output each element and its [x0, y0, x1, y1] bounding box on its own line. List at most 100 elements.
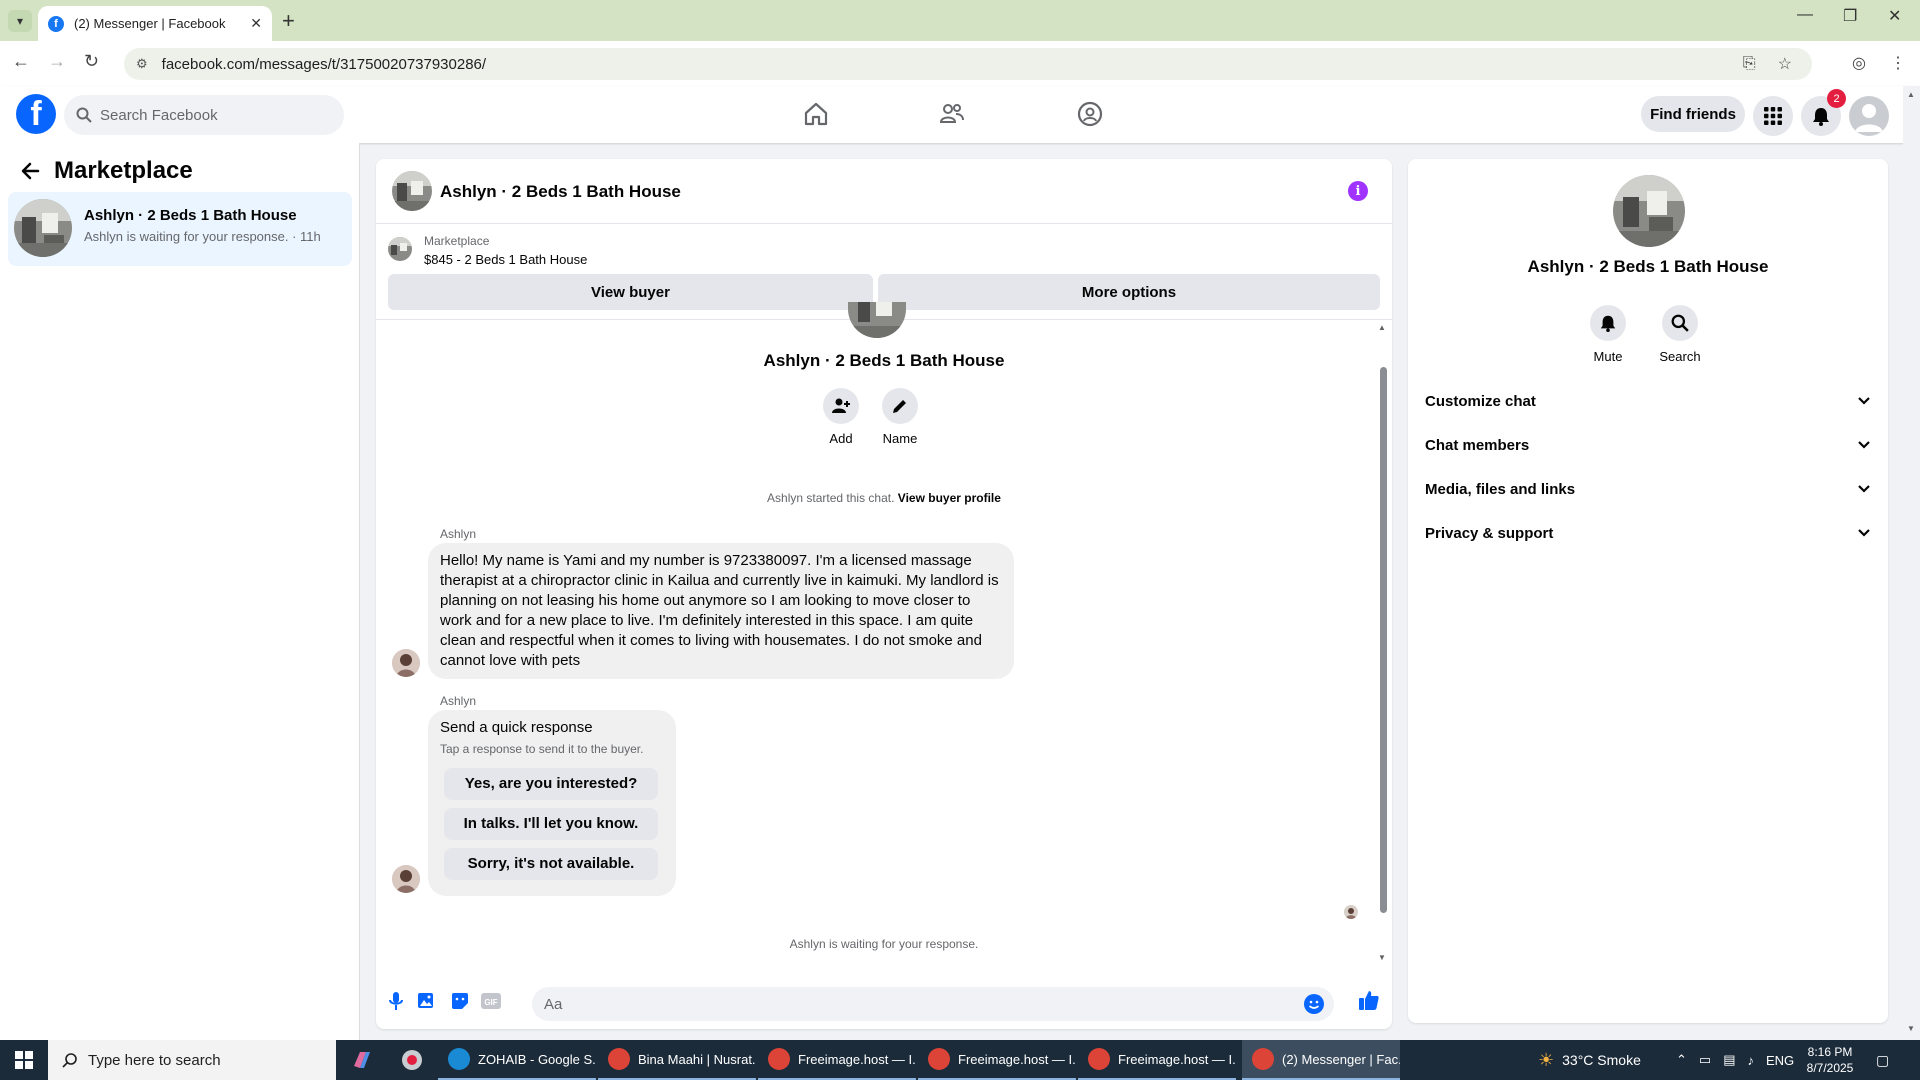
name-action[interactable]: Name	[870, 388, 930, 446]
conversation-preview: Ashlyn is waiting for your response. · 1…	[84, 229, 321, 244]
add-action[interactable]: Add	[811, 388, 871, 446]
scroll-thumb[interactable]	[1380, 367, 1387, 913]
scroll-up-icon[interactable]: ▲	[1907, 90, 1915, 99]
bell-icon	[1813, 108, 1829, 126]
add-person-icon[interactable]	[823, 388, 859, 424]
chat-members-section[interactable]: Chat members	[1425, 427, 1871, 463]
address-bar[interactable]: ⚙ facebook.com/messages/t/31750020737930…	[124, 48, 1812, 80]
bell-icon[interactable]	[1590, 305, 1626, 341]
mute-action[interactable]: Mute	[1578, 305, 1638, 364]
sticker-icon[interactable]	[450, 991, 470, 1011]
quick-response-button[interactable]: In talks. I'll let you know.	[444, 808, 658, 840]
photo-icon[interactable]	[416, 991, 436, 1011]
system-tray: ⌃ ▭ ▤ ♪ ENG	[1676, 1040, 1794, 1080]
search-action[interactable]: Search	[1650, 305, 1710, 364]
quick-response-button[interactable]: Sorry, it's not available.	[444, 848, 658, 880]
quick-response-button[interactable]: Yes, are you interested?	[444, 768, 658, 800]
home-icon[interactable]	[802, 100, 830, 128]
microphone-icon[interactable]	[388, 991, 404, 1011]
message-input[interactable]: Aa	[532, 987, 1334, 1021]
conversation-list-item[interactable]: Ashlyn · 2 Beds 1 Bath House Ashlyn is w…	[8, 192, 352, 266]
chrome-menu-icon[interactable]: ⋮	[1890, 53, 1906, 73]
install-app-icon[interactable]: ⎘	[1743, 55, 1756, 73]
composer-placeholder: Aa	[544, 995, 563, 1013]
taskbar-item-label: Bina Maahi | Nusrat...	[638, 1051, 756, 1067]
quick-response-bubble: Send a quick response Tap a response to …	[428, 710, 676, 896]
browser-toolbar: ← → ↻ ⚙ facebook.com/messages/t/31750020…	[0, 41, 1920, 86]
site-info-icon[interactable]: ⚙	[136, 56, 148, 72]
sidebar-title: Marketplace	[54, 157, 193, 184]
language-indicator[interactable]: ENG	[1766, 1053, 1794, 1068]
minimize-icon[interactable]: —	[1797, 6, 1813, 24]
search-icon[interactable]	[1662, 305, 1698, 341]
network-icon[interactable]: ▤	[1723, 1052, 1735, 1068]
emoji-icon[interactable]	[1304, 994, 1324, 1014]
sender-avatar[interactable]	[392, 649, 420, 677]
like-thumb-icon[interactable]	[1358, 989, 1380, 1011]
notification-center-icon[interactable]: ▢	[1876, 1040, 1889, 1080]
close-tab-icon[interactable]: ✕	[250, 15, 262, 32]
profile-icon[interactable]: ◎	[1852, 53, 1866, 73]
taskbar-item-chrome[interactable]: Freeimage.host — I...	[918, 1040, 1076, 1080]
sender-avatar[interactable]	[392, 865, 420, 893]
facebook-header: f Search Facebook Find friends 2	[0, 86, 1920, 143]
taskbar-item-label: Freeimage.host — I...	[1118, 1051, 1236, 1067]
clock[interactable]: 8:16 PM 8/7/2025	[1796, 1044, 1864, 1076]
facebook-logo-icon[interactable]: f	[16, 94, 56, 134]
taskbar-item-chrome[interactable]: Bina Maahi | Nusrat...	[598, 1040, 756, 1080]
app-icon[interactable]	[396, 1044, 428, 1076]
section-label: Chat members	[1425, 436, 1530, 454]
back-arrow-icon[interactable]	[20, 161, 40, 181]
close-window-icon[interactable]: ✕	[1888, 6, 1901, 26]
pencil-icon[interactable]	[882, 388, 918, 424]
view-buyer-button[interactable]: View buyer	[388, 274, 873, 310]
chat-scrollbar[interactable]: ▲ ▼	[1378, 323, 1388, 965]
details-name: Ashlyn · 2 Beds 1 Bath House	[1527, 257, 1769, 276]
scroll-down-icon[interactable]: ▼	[1378, 953, 1386, 962]
privacy-support-section[interactable]: Privacy & support	[1425, 515, 1871, 551]
groups-icon[interactable]	[1076, 100, 1104, 128]
notification-badge: 2	[1827, 89, 1846, 108]
taskbar-item-edge[interactable]: ZOHAIB - Google S...	[438, 1040, 596, 1080]
account-avatar[interactable]	[1849, 96, 1889, 136]
forward-icon[interactable]: →	[48, 51, 66, 72]
chat-title: Ashlyn · 2 Beds 1 Bath House	[440, 182, 681, 201]
chevron-up-icon[interactable]: ⌃	[1676, 1052, 1687, 1068]
menu-grid-button[interactable]	[1753, 96, 1793, 136]
taskbar-item-chrome-active[interactable]: (2) Messenger | Fac...	[1242, 1040, 1400, 1080]
taskbar-item-chrome[interactable]: Freeimage.host — I...	[758, 1040, 916, 1080]
battery-icon[interactable]: ▭	[1699, 1052, 1711, 1068]
chevron-down-icon	[1858, 397, 1870, 405]
view-buyer-profile-link[interactable]: View buyer profile	[898, 491, 1001, 505]
search-icon	[62, 1053, 77, 1068]
facebook-search-input[interactable]: Search Facebook	[64, 95, 344, 135]
weather-widget[interactable]: ☀ 33°C Smoke	[1538, 1040, 1641, 1080]
volume-icon[interactable]: ♪	[1748, 1053, 1755, 1068]
scroll-down-icon[interactable]: ▼	[1907, 1024, 1915, 1033]
media-files-section[interactable]: Media, files and links	[1425, 471, 1871, 507]
info-icon[interactable]: i	[1348, 181, 1368, 201]
bookmark-star-icon[interactable]: ☆	[1778, 54, 1792, 74]
back-icon[interactable]: ←	[12, 51, 30, 72]
friends-icon[interactable]	[938, 100, 966, 128]
chat-header: Ashlyn · 2 Beds 1 Bath House i	[376, 159, 1392, 224]
customize-chat-section[interactable]: Customize chat	[1425, 383, 1871, 419]
browser-tab-active[interactable]: f (2) Messenger | Facebook ✕	[38, 6, 272, 41]
copilot-icon[interactable]	[346, 1044, 378, 1076]
reload-icon[interactable]: ↻	[84, 51, 99, 72]
restore-icon[interactable]: ❐	[1843, 6, 1857, 26]
gif-icon[interactable]: GIF	[480, 991, 502, 1011]
windows-start-icon[interactable]	[0, 1040, 48, 1080]
message-sender: Ashlyn	[440, 527, 477, 541]
new-tab-button[interactable]: +	[282, 8, 295, 34]
weather-text: 33°C Smoke	[1562, 1052, 1641, 1068]
more-options-button[interactable]: More options	[878, 274, 1380, 310]
page-scrollbar[interactable]: ▲ ▼	[1903, 86, 1920, 1040]
tab-search-dropdown[interactable]: ▾	[8, 10, 32, 32]
taskbar-search-input[interactable]: Type here to search	[48, 1040, 336, 1080]
scroll-up-icon[interactable]: ▲	[1378, 323, 1386, 332]
taskbar-item-chrome[interactable]: Freeimage.host — I...	[1078, 1040, 1236, 1080]
chat-header-thumbnail[interactable]	[392, 171, 432, 211]
mute-label: Mute	[1593, 349, 1623, 364]
find-friends-button[interactable]: Find friends	[1641, 96, 1745, 132]
